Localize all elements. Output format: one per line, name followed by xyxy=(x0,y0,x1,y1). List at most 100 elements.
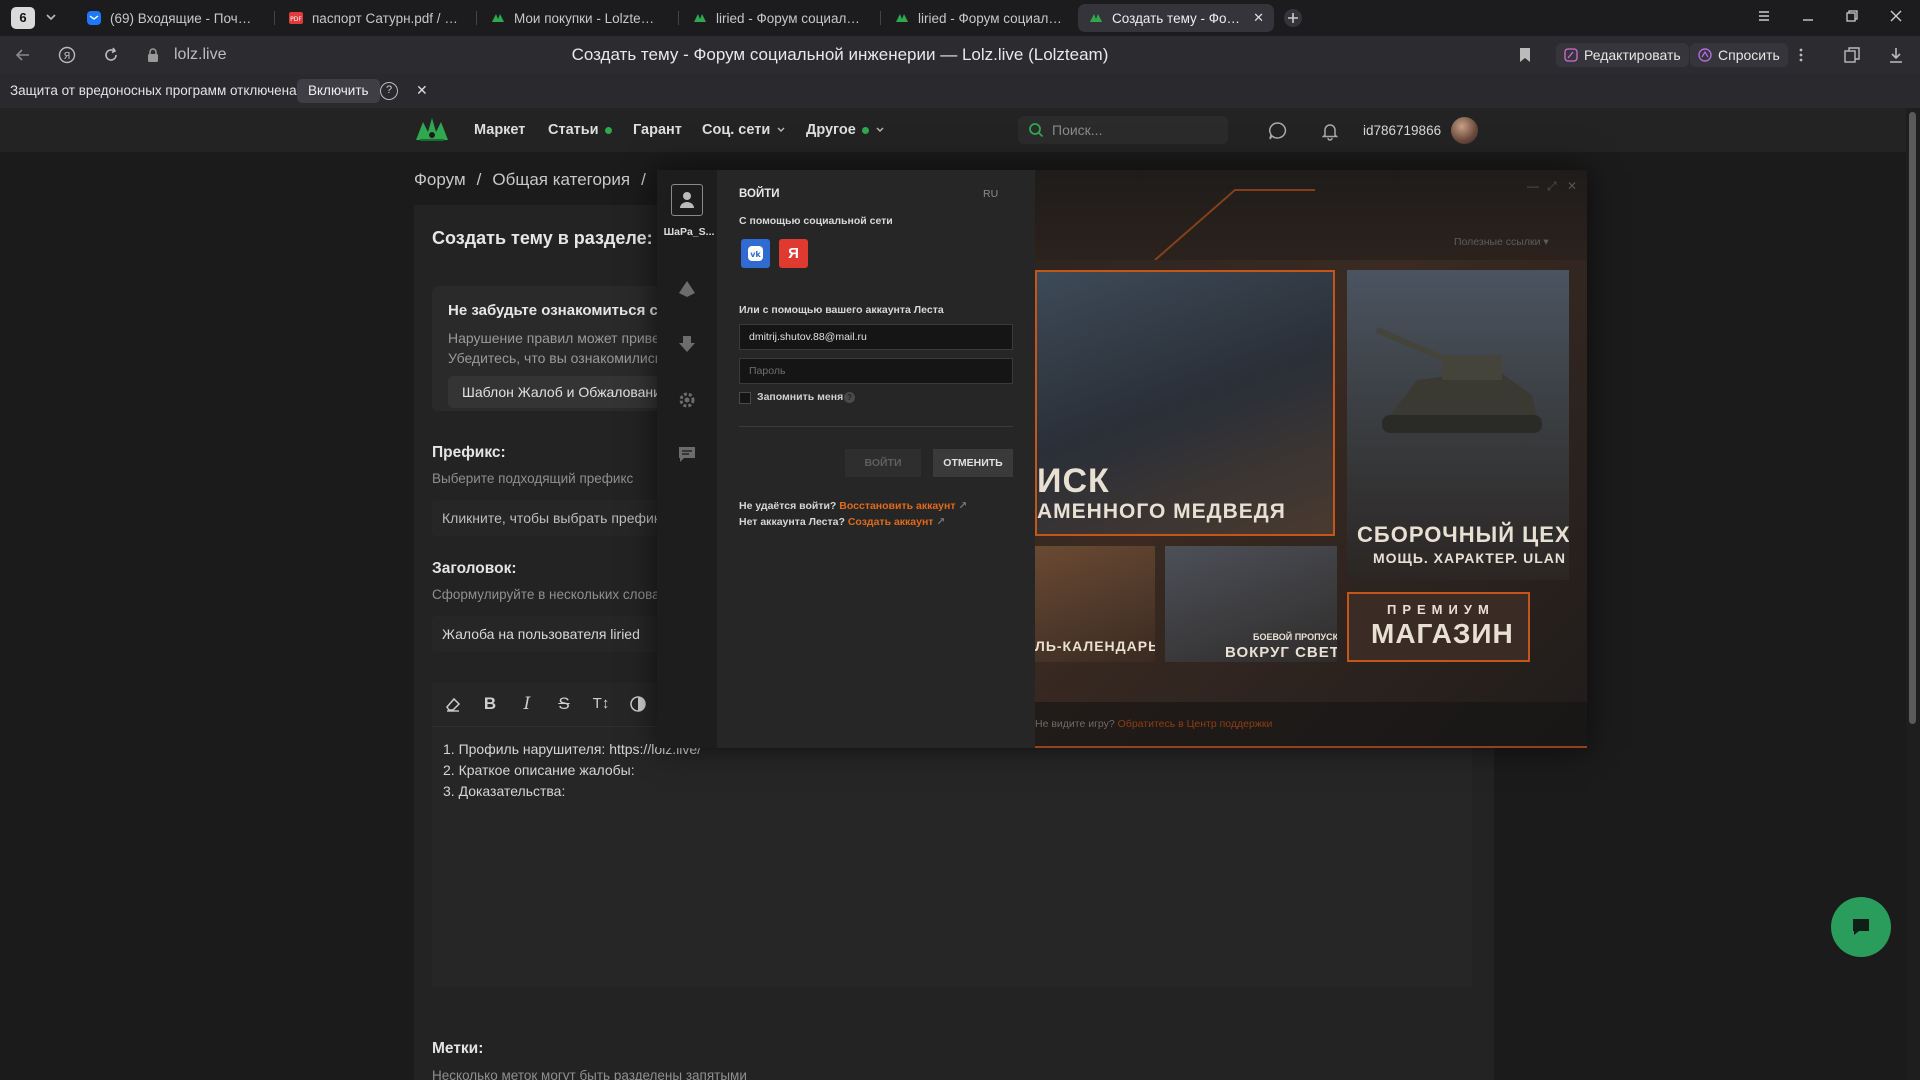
nav-label: Соц. сети xyxy=(702,122,771,138)
close-tab-icon[interactable]: ✕ xyxy=(1253,10,1264,26)
nav-garant[interactable]: Гарант xyxy=(633,122,682,138)
remember-label[interactable]: Запомнить меня xyxy=(757,391,843,403)
avatar[interactable] xyxy=(1451,117,1478,144)
help-icon[interactable]: ? xyxy=(380,82,398,100)
ask-button[interactable]: Спросить xyxy=(1690,43,1788,67)
promo-tank-title: СБОРОЧНЫЙ ЦЕХ xyxy=(1357,522,1569,547)
message-editor[interactable]: 1. Профиль нарушителя: https://lolz.live… xyxy=(432,726,1472,986)
login-title: ВОЙТИ xyxy=(739,188,780,200)
login-button[interactable]: ВОЙТИ xyxy=(845,449,921,477)
user-icon[interactable] xyxy=(671,184,703,216)
enable-protection-button[interactable]: Включить xyxy=(297,79,380,103)
close-icon[interactable]: ✕ xyxy=(1567,179,1577,193)
more-icon[interactable] xyxy=(1798,46,1804,64)
tabs-dropdown-icon[interactable] xyxy=(44,10,58,24)
launcher-sidebar: ШaPa_S... xyxy=(657,170,717,748)
prefix-hint: Выберите подходящий префикс xyxy=(432,471,634,486)
close-icon[interactable]: ✕ xyxy=(416,82,428,99)
language-selector[interactable]: RU xyxy=(983,188,998,200)
cancel-button[interactable]: ОТМЕНИТЬ xyxy=(933,449,1013,477)
collections-icon[interactable] xyxy=(1843,46,1861,64)
tab-create-topic[interactable]: Создать тему - Форум ✕ xyxy=(1078,4,1274,32)
nav-other[interactable]: Другое xyxy=(806,122,885,138)
bell-icon[interactable] xyxy=(1320,121,1340,141)
lolz-logo-icon[interactable] xyxy=(414,114,450,146)
username[interactable]: id786719866 xyxy=(1363,123,1441,138)
prefix-label: Префикс: xyxy=(432,444,506,461)
tab-counter[interactable]: 6 xyxy=(11,7,35,29)
tags-hint: Несколько меток могут быть разделены зап… xyxy=(432,1068,747,1080)
games-icon[interactable] xyxy=(676,278,698,300)
useful-links-dropdown[interactable]: Полезные ссылки ▾ xyxy=(1454,236,1549,248)
nav-market[interactable]: Маркет xyxy=(474,122,525,138)
promo-battle-pass[interactable]: БОЕВОЙ ПРОПУСК ВОКРУГ СВЕТА xyxy=(1165,546,1337,662)
nav-social[interactable]: Соц. сети xyxy=(702,122,786,138)
template-button[interactable]: Шаблон Жалоб и Обжалований xyxy=(448,376,683,408)
security-text: Защита от вредоносных программ отключена xyxy=(10,83,297,98)
tab-title: (69) Входящие - Почта Mail xyxy=(110,10,256,26)
bookmark-icon[interactable] xyxy=(1517,46,1533,64)
restore-icon[interactable] xyxy=(1844,8,1860,24)
address-page-title[interactable]: Создать тему - Форум социальной инженери… xyxy=(0,45,1680,65)
create-account-link[interactable]: Создать аккаунт xyxy=(848,516,934,528)
support-chat-button[interactable] xyxy=(1831,897,1891,957)
search-input[interactable]: Поиск... xyxy=(1018,116,1228,144)
support-link[interactable]: Обратитесь в Центр поддержки xyxy=(1118,718,1273,730)
email-field[interactable]: dmitrij.shutov.88@mail.ru xyxy=(739,324,1013,350)
chat-bubble-icon xyxy=(1849,915,1873,939)
account-login-label: Или с помощью вашего аккаунта Леста xyxy=(739,304,944,316)
social-login-label: С помощью социальной сети xyxy=(739,215,893,227)
gear-icon[interactable] xyxy=(676,389,698,411)
promo-tank[interactable]: СБОРОЧНЫЙ ЦЕХ МОЩЬ. ХАРАКТЕР. ULAN xyxy=(1347,270,1569,580)
tab-title: Мои покупки - Lolzteam Market xyxy=(514,10,660,26)
vk-login-button[interactable]: vk xyxy=(741,239,770,268)
promo-main-event[interactable]: ИСК АМЕННОГО МЕДВЕДЯ xyxy=(1035,270,1335,536)
download-icon[interactable] xyxy=(1887,46,1905,64)
bold-icon[interactable]: B xyxy=(479,693,501,715)
strikethrough-icon[interactable]: S xyxy=(553,693,575,715)
breadcrumb-forum[interactable]: Форум xyxy=(414,170,466,190)
close-window-icon[interactable] xyxy=(1888,8,1904,24)
vk-icon: vk xyxy=(747,245,764,262)
text-size-icon[interactable]: T↕ xyxy=(590,693,612,715)
promo-premium-shop[interactable]: ПРЕМИУМ МАГАЗИН xyxy=(1347,592,1530,662)
menu-icon[interactable] xyxy=(1756,8,1772,24)
accent-line xyxy=(1035,746,1587,748)
search-placeholder: Поиск... xyxy=(1052,122,1103,138)
restore-row: Не удаётся войти? Восстановить аккаунт ↗ xyxy=(739,500,967,512)
promo-calendar[interactable]: ЛЬ-КАЛЕНДАРЬ xyxy=(1035,546,1155,662)
promo-calendar-title: ЛЬ-КАЛЕНДАРЬ xyxy=(1035,638,1155,654)
lolz-icon xyxy=(894,10,910,26)
downloads-icon[interactable] xyxy=(676,333,698,355)
svg-text:vk: vk xyxy=(750,250,761,259)
heading-hint: Сформулируйте в нескольких словах xyxy=(432,587,667,602)
maximize-icon[interactable]: ⤢ xyxy=(1547,179,1557,194)
remember-checkbox[interactable] xyxy=(739,392,751,404)
tab-pdf[interactable]: PDF паспорт Сатурн.pdf / Облако xyxy=(278,4,468,32)
external-link-icon: ↗ xyxy=(936,516,946,528)
yandex-login-button[interactable]: Я xyxy=(779,239,808,268)
tab-profile-1[interactable]: liried - Форум социальной xyxy=(682,4,872,32)
tab-profile-2[interactable]: liried - Форум социальной xyxy=(884,4,1074,32)
minimize-icon[interactable] xyxy=(1800,8,1816,24)
color-icon[interactable] xyxy=(627,693,649,715)
tab-mail[interactable]: (69) Входящие - Почта Mail xyxy=(76,4,266,32)
minimize-icon[interactable]: — xyxy=(1527,179,1539,193)
cant-login-text: Не удаётся войти? xyxy=(739,500,837,512)
scrollbar-thumb[interactable] xyxy=(1909,112,1916,724)
italic-icon[interactable]: I xyxy=(516,693,538,715)
tab-purchases[interactable]: Мои покупки - Lolzteam Market xyxy=(480,4,670,32)
tab-title: liried - Форум социальной xyxy=(918,10,1064,26)
new-tab-button[interactable] xyxy=(1283,8,1303,28)
edit-button[interactable]: Редактировать xyxy=(1556,43,1689,67)
tab-title: Создать тему - Форум xyxy=(1112,10,1246,26)
breadcrumb-category[interactable]: Общая категория xyxy=(492,170,630,190)
nav-articles[interactable]: Статьи xyxy=(548,122,612,138)
eraser-icon[interactable] xyxy=(442,693,464,715)
restore-account-link[interactable]: Восстановить аккаунт xyxy=(839,500,955,512)
remember-help-icon[interactable]: ? xyxy=(844,392,855,403)
news-icon[interactable] xyxy=(676,443,698,465)
no-account-text: Нет аккаунта Леста? xyxy=(739,516,845,528)
chat-icon[interactable] xyxy=(1268,121,1288,141)
password-field[interactable]: Пароль xyxy=(739,358,1013,384)
